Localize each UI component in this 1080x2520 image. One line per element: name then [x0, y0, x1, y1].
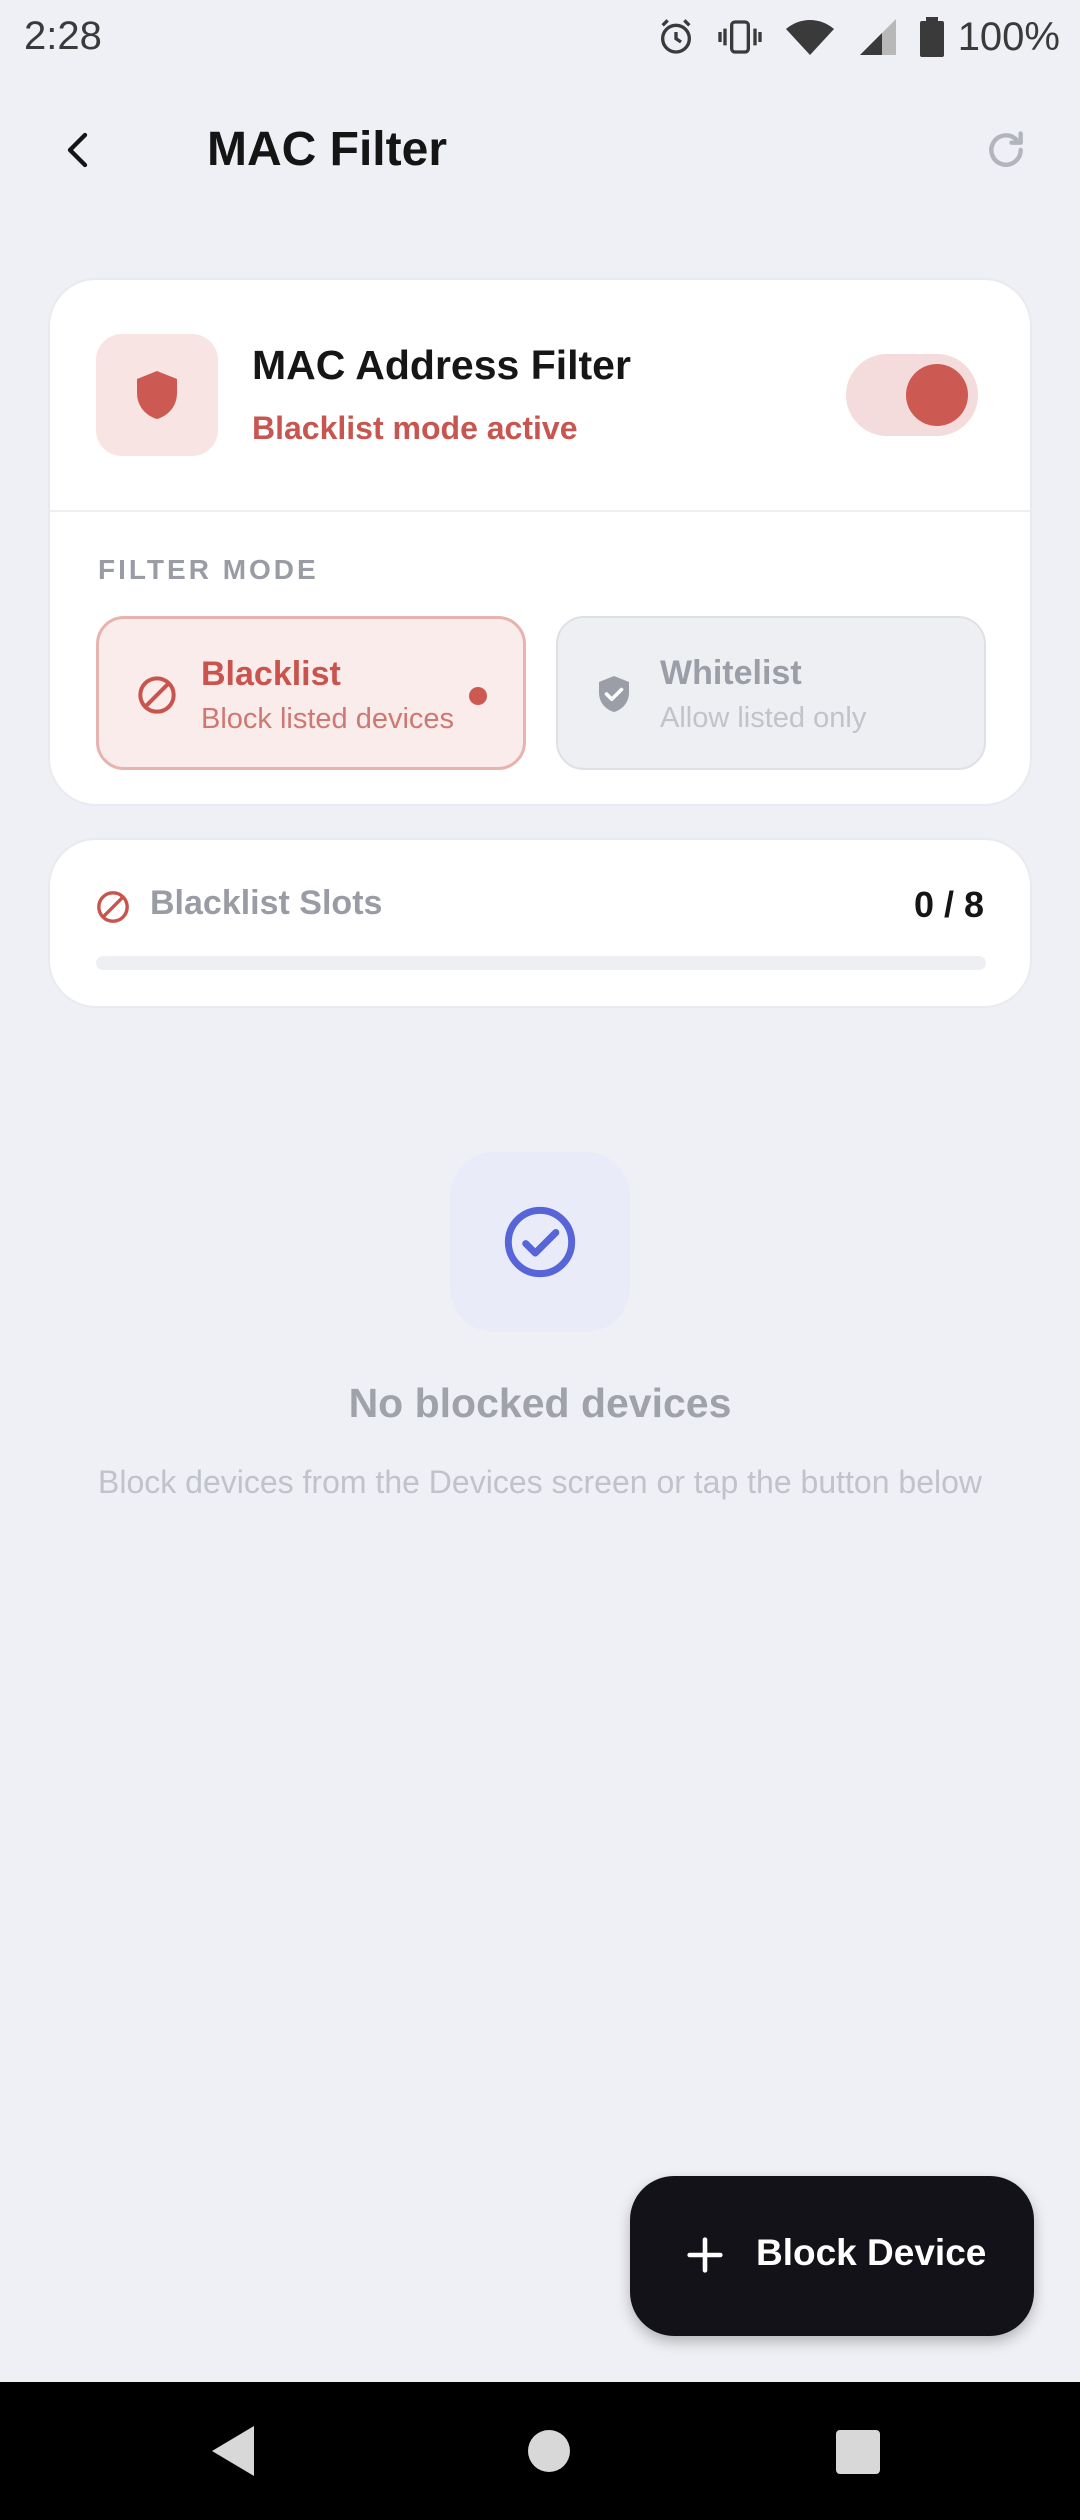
mode-label: Blacklist — [201, 655, 341, 693]
page-title: MAC Filter — [207, 123, 447, 176]
slots-label: Blacklist Slots — [150, 884, 383, 922]
filter-card: MAC Address Filter Blacklist mode active… — [48, 278, 1032, 806]
chevron-left-icon — [67, 132, 88, 168]
empty-state-title: No blocked devices — [348, 1380, 732, 1426]
fab-label: Block Device — [756, 2232, 987, 2273]
filter-title: MAC Address Filter — [252, 342, 631, 388]
battery-percentage: 100% — [957, 14, 1060, 59]
signal-icon — [859, 19, 896, 55]
back-button[interactable] — [50, 120, 110, 180]
card-divider — [50, 510, 1030, 512]
nav-back-button[interactable] — [210, 2424, 256, 2478]
nav-recents-button[interactable] — [836, 2430, 880, 2474]
mode-option-blacklist[interactable]: Blacklist Block listed devices — [96, 616, 526, 770]
mode-option-whitelist[interactable]: Whitelist Allow listed only — [556, 616, 986, 770]
app-bar: MAC Filter — [0, 100, 1080, 200]
vibrate-icon — [718, 20, 762, 54]
shield-check-icon — [599, 676, 629, 712]
slots-progress-bar — [96, 956, 986, 970]
shield-icon — [137, 371, 177, 419]
check-circle-icon — [504, 1206, 576, 1278]
block-icon — [138, 676, 176, 714]
refresh-icon — [989, 131, 1023, 167]
filter-status: Blacklist mode active — [252, 410, 578, 446]
mode-description: Allow listed only — [660, 702, 867, 734]
empty-state-badge — [450, 1152, 630, 1332]
wifi-icon — [785, 20, 834, 55]
screen: 2:28 100% MAC Filter MAC Address Filter … — [0, 0, 1080, 2520]
toggle-knob — [906, 364, 968, 426]
mode-description: Block listed devices — [201, 703, 455, 735]
nav-home-button[interactable] — [528, 2430, 570, 2472]
slots-count: 0 / 8 — [913, 884, 984, 925]
refresh-button[interactable] — [976, 120, 1036, 180]
alarm-icon — [660, 19, 691, 54]
status-icons: 100% — [656, 12, 1060, 62]
empty-state-description: Block devices from the Devices screen or… — [98, 1464, 982, 1500]
navigation-bar — [0, 2382, 1080, 2520]
filter-toggle[interactable] — [846, 354, 978, 436]
plus-icon — [687, 2237, 723, 2273]
filter-mode-label: FILTER MODE — [98, 554, 319, 585]
block-icon — [97, 891, 129, 923]
shield-badge — [96, 334, 218, 456]
slots-card: Blacklist Slots 0 / 8 — [48, 838, 1032, 1008]
battery-icon — [919, 17, 944, 57]
mode-label: Whitelist — [660, 654, 802, 692]
status-bar: 2:28 100% — [0, 0, 1080, 76]
block-device-button[interactable]: Block Device — [630, 2176, 1034, 2336]
selected-indicator — [469, 687, 487, 705]
status-time: 2:28 — [24, 14, 102, 58]
